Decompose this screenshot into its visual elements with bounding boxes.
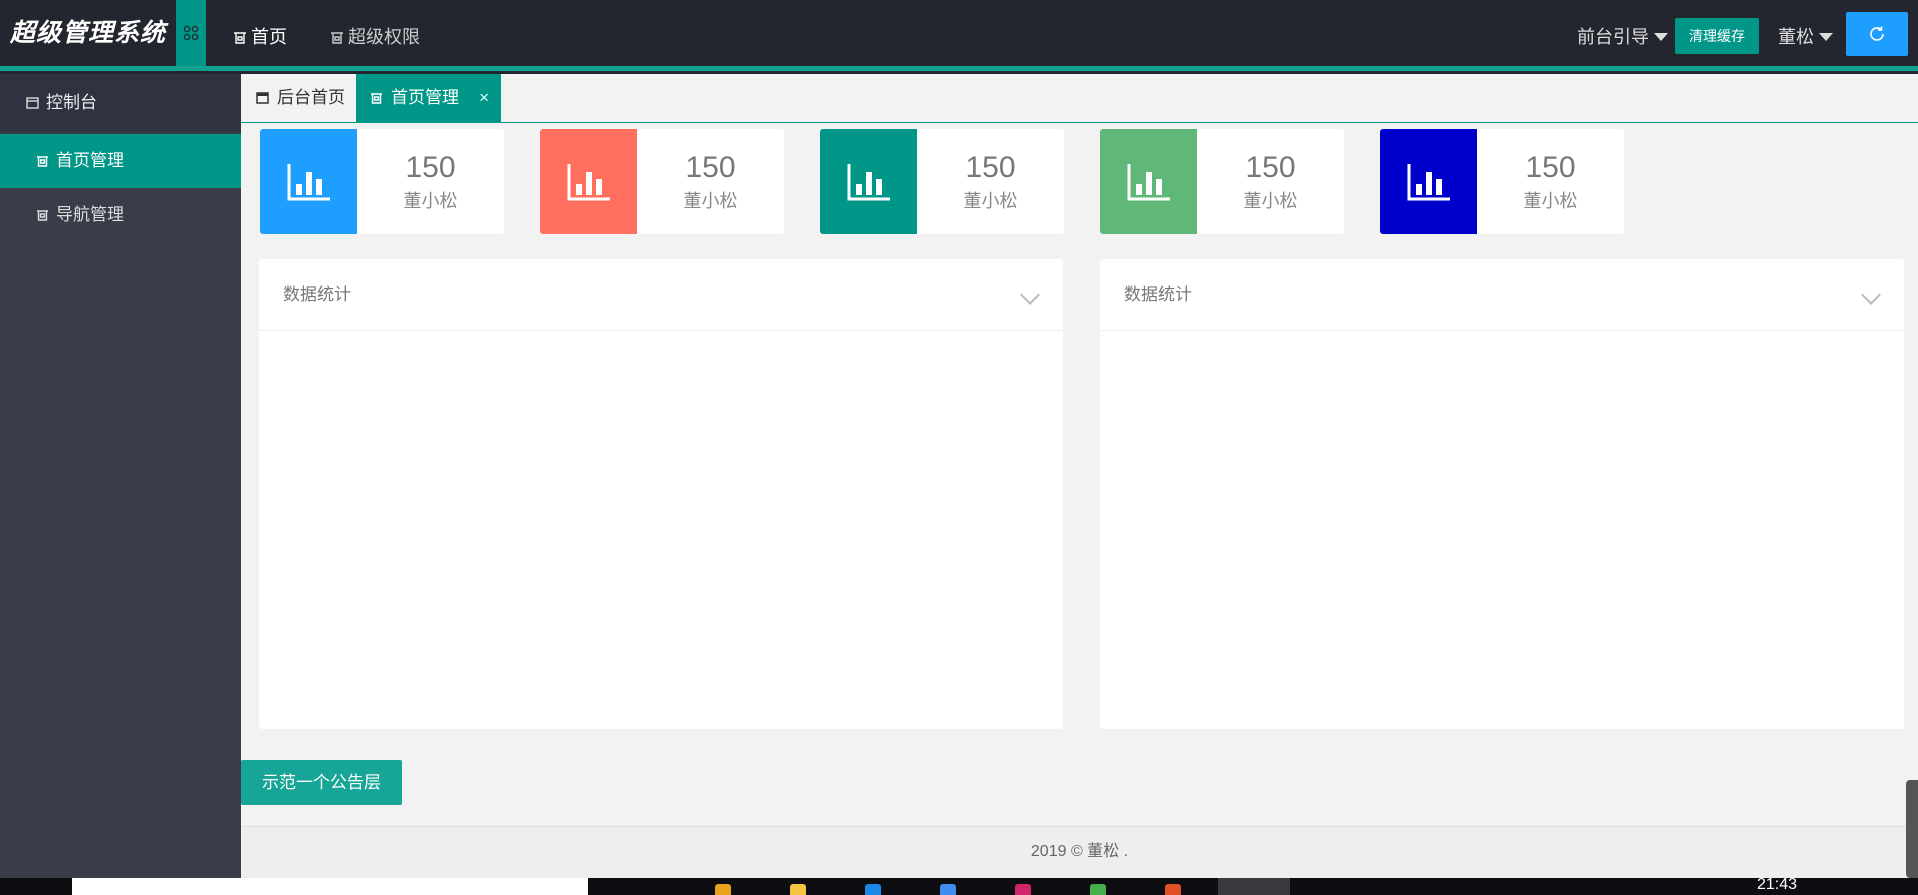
stat-value: 150	[965, 151, 1016, 184]
front-guide-dropdown[interactable]: 前台引导	[1577, 0, 1668, 74]
header-accent-line	[0, 66, 1918, 71]
stat-value: 150	[405, 151, 456, 184]
chevron-down-icon	[1819, 33, 1833, 41]
top-header: 超级管理系统 首页 超级权限 前台引导 清理缓存 董松	[0, 0, 1918, 74]
taskbar-app-icon[interactable]	[715, 884, 731, 895]
sidebar-item-label: 控制台	[46, 93, 97, 112]
side-panel-handle[interactable]	[1906, 780, 1918, 878]
sidebar-item-label: 导航管理	[56, 205, 124, 224]
taskbar-app-icon[interactable]	[1090, 884, 1106, 895]
footer: 2019 © 董松 .	[241, 826, 1918, 878]
stat-value: 150	[685, 151, 736, 184]
sidebar-item-console[interactable]: 控制台	[0, 74, 241, 132]
taskbar-search-box[interactable]	[72, 878, 588, 895]
panel-title: 数据统计	[1124, 285, 1192, 304]
stat-value: 150	[1525, 151, 1576, 184]
home-icon	[234, 32, 246, 44]
taskbar-clock: 21:43	[1757, 876, 1798, 893]
clear-cache-button[interactable]: 清理缓存	[1675, 18, 1759, 54]
sidebar-item-label: 首页管理	[56, 151, 124, 170]
data-stats-panel-right: 数据统计	[1100, 259, 1904, 729]
taskbar-app-icon[interactable]	[940, 884, 956, 895]
stat-card[interactable]: 150 董小松	[540, 129, 784, 234]
tab-home-management[interactable]: 首页管理 ×	[356, 74, 501, 122]
taskbar-app-icon[interactable]	[1165, 884, 1181, 895]
notice-layer-button[interactable]: 示范一个公告层	[241, 760, 402, 805]
stat-card-icon-box	[540, 129, 637, 234]
taskbar-app-icon[interactable]	[790, 884, 806, 895]
console-icon	[256, 92, 269, 104]
taskbar-app-icon[interactable]	[1015, 884, 1031, 895]
sidebar-item-nav-management[interactable]: 导航管理	[0, 188, 241, 242]
tab-bar: 后台首页 首页管理 ×	[241, 74, 1918, 123]
sidebar: 控制台 首页管理 导航管理	[0, 74, 241, 878]
panel-title: 数据统计	[283, 285, 351, 304]
taskbar-active-app[interactable]	[1218, 878, 1290, 895]
top-nav-home[interactable]: 首页	[233, 0, 287, 66]
stat-label: 董小松	[1243, 191, 1298, 211]
stat-card-icon-box	[1380, 129, 1477, 234]
home-icon	[371, 93, 382, 104]
sidebar-item-home-management[interactable]: 首页管理	[0, 134, 241, 188]
bar-chart-icon	[847, 163, 890, 200]
stat-card[interactable]: 150 董小松	[820, 129, 1064, 234]
console-icon	[26, 97, 39, 109]
bar-chart-icon	[567, 163, 610, 200]
chevron-down-icon[interactable]	[1861, 285, 1881, 305]
stat-card-icon-box	[260, 129, 357, 234]
grid-icon	[183, 25, 199, 41]
user-menu-dropdown[interactable]: 董松	[1778, 0, 1833, 74]
stat-card[interactable]: 150 董小松	[260, 129, 504, 234]
panel-header[interactable]: 数据统计	[1100, 259, 1904, 331]
tab-dashboard[interactable]: 后台首页	[241, 74, 356, 122]
tab-label: 首页管理	[391, 88, 459, 107]
close-icon[interactable]: ×	[479, 74, 489, 122]
stat-label: 董小松	[1523, 191, 1578, 211]
home-icon	[37, 156, 48, 167]
top-nav-home-label: 首页	[251, 27, 287, 47]
stat-label: 董小松	[963, 191, 1018, 211]
refresh-icon	[1870, 26, 1884, 41]
home-icon	[331, 32, 343, 44]
user-name: 董松	[1778, 27, 1814, 47]
stat-card-icon-box	[1100, 129, 1197, 234]
data-stats-panel-left: 数据统计	[259, 259, 1063, 729]
footer-text: 2019 © 董松 .	[1030, 843, 1129, 860]
home-icon	[37, 210, 48, 221]
front-guide-label: 前台引导	[1577, 27, 1649, 47]
bar-chart-icon	[287, 163, 330, 200]
panel-header[interactable]: 数据统计	[259, 259, 1063, 331]
stat-label: 董小松	[683, 191, 738, 211]
bar-chart-icon	[1407, 163, 1450, 200]
stat-card[interactable]: 150 董小松	[1380, 129, 1624, 234]
stat-label: 董小松	[403, 191, 458, 211]
taskbar-app-icon[interactable]	[865, 884, 881, 895]
tab-label: 后台首页	[277, 88, 345, 107]
stat-card-icon-box	[820, 129, 917, 234]
refresh-button[interactable]	[1846, 12, 1908, 56]
app-logo: 超级管理系统	[0, 0, 176, 66]
chevron-down-icon[interactable]	[1020, 285, 1040, 305]
top-nav-super-permission[interactable]: 超级权限	[330, 0, 420, 66]
sidebar-toggle-button[interactable]	[176, 0, 206, 66]
chevron-down-icon	[1654, 33, 1668, 41]
bar-chart-icon	[1127, 163, 1170, 200]
os-taskbar: 21:43	[0, 876, 1918, 895]
top-nav-super-label: 超级权限	[348, 27, 420, 47]
stat-card[interactable]: 150 董小松	[1100, 129, 1344, 234]
stat-value: 150	[1245, 151, 1296, 184]
